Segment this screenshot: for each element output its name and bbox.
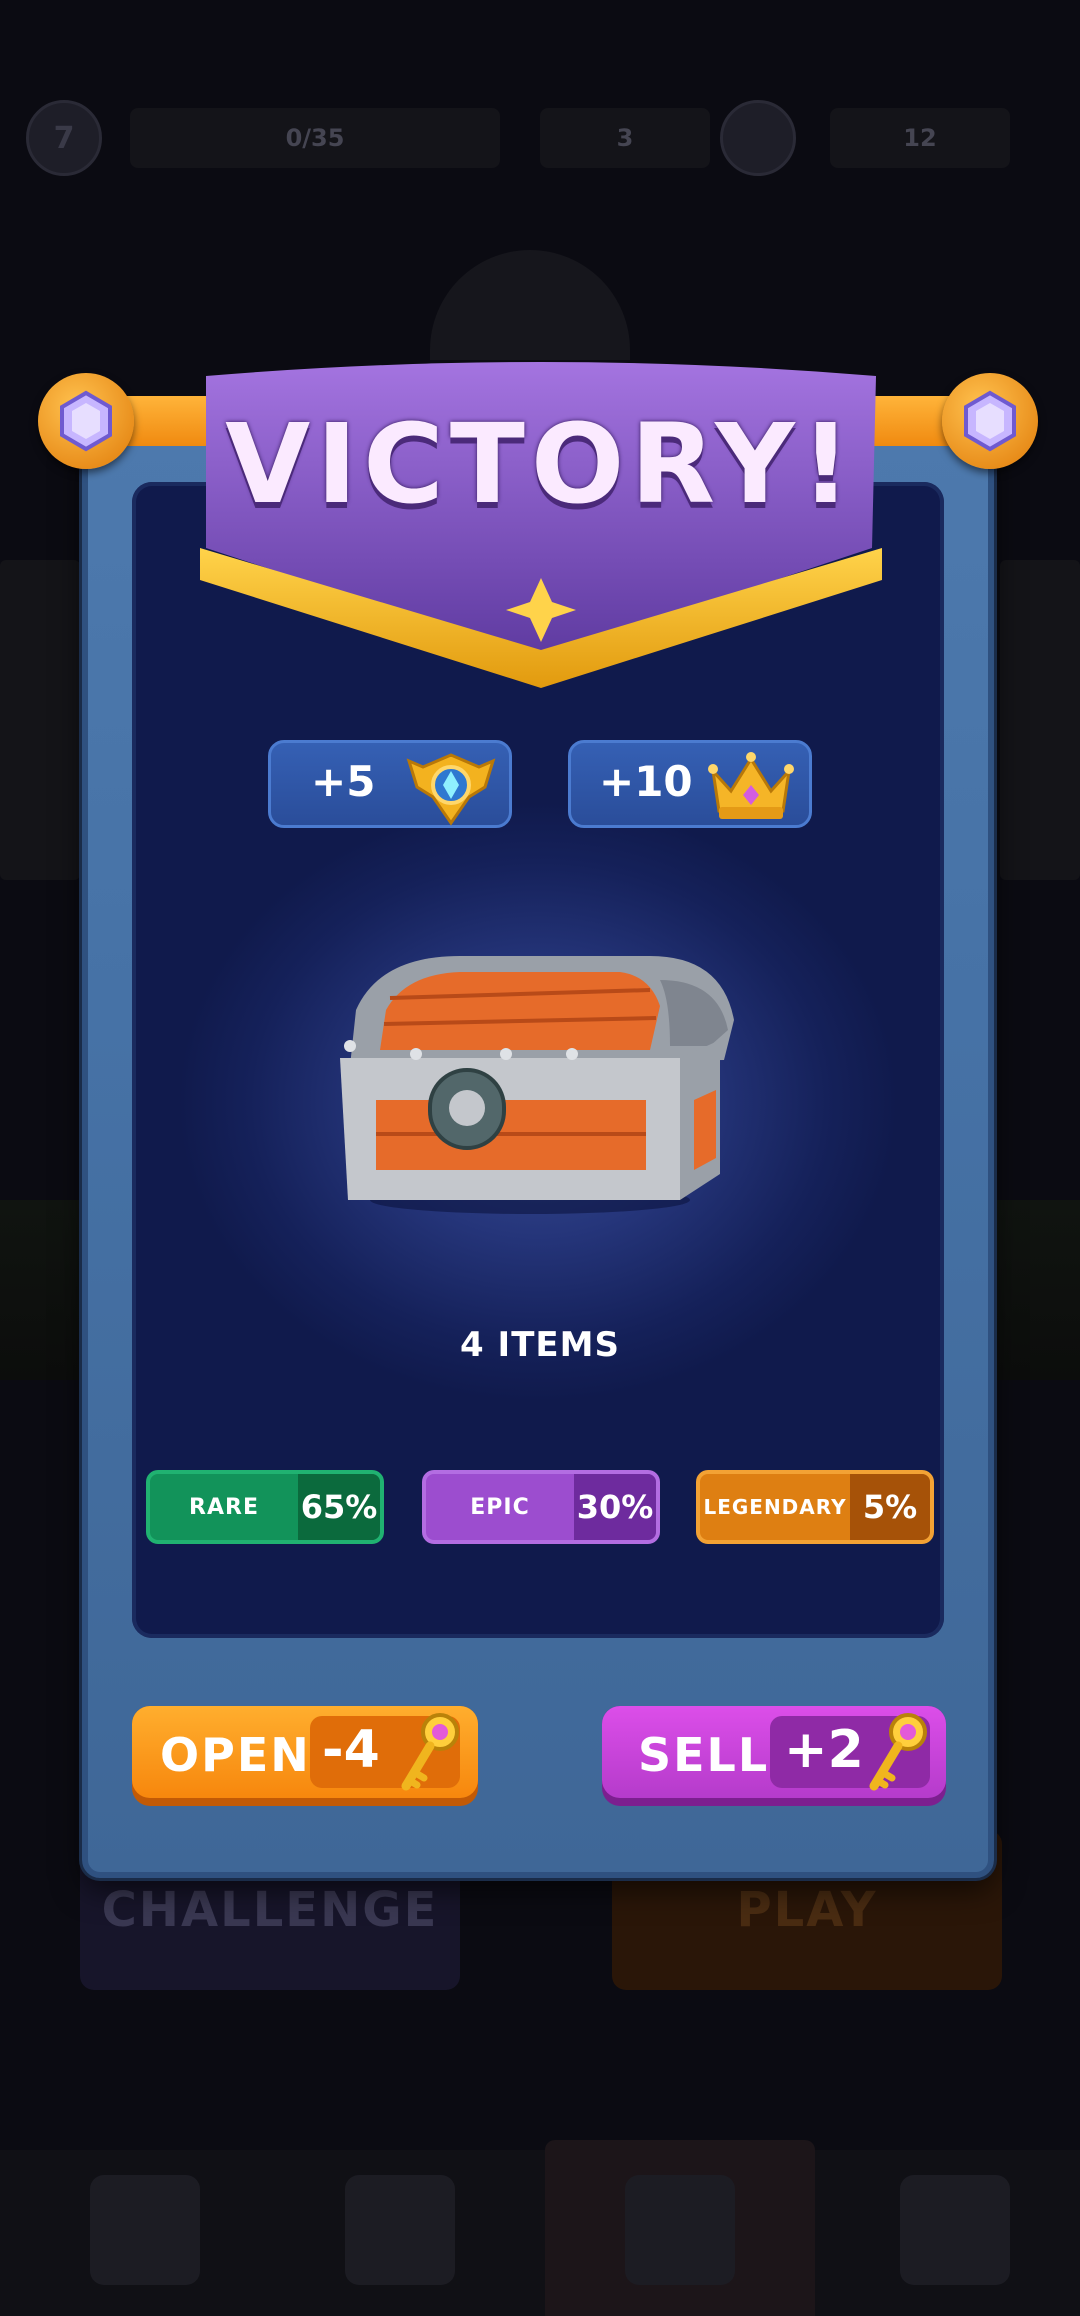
nav-cards-icon xyxy=(345,2175,455,2285)
open-chest-button[interactable]: OPEN -4 xyxy=(132,1706,478,1806)
coin-icon xyxy=(720,100,796,176)
rarity-percent: 5% xyxy=(850,1474,930,1540)
open-button-label: OPEN xyxy=(160,1728,311,1782)
sell-reward: +2 xyxy=(784,1720,864,1780)
key-counter: 12 xyxy=(830,108,1010,168)
nav-shop-icon xyxy=(90,2175,200,2285)
rarity-label: LEGENDARY xyxy=(703,1495,847,1519)
rarity-percent: 65% xyxy=(298,1474,380,1540)
rarity-percent: 30% xyxy=(574,1474,656,1540)
sell-chest-button[interactable]: SELL +2 xyxy=(602,1706,946,1806)
open-cost: -4 xyxy=(322,1720,380,1780)
progress-bar: 0/35 xyxy=(130,108,500,168)
rarity-legendary: LEGENDARY 5% xyxy=(696,1470,934,1544)
nav-battle-icon xyxy=(625,2175,735,2285)
level-badge: 7 xyxy=(26,100,102,176)
rarity-rare: RARE 65% xyxy=(146,1470,384,1544)
gem-icon xyxy=(942,373,1038,469)
chest-items-count: 4 ITEMS xyxy=(460,1325,620,1365)
key-icon xyxy=(401,1713,459,1791)
gem-icon xyxy=(38,373,134,469)
background-panel-right xyxy=(1000,560,1080,880)
rarity-label: EPIC xyxy=(470,1494,530,1520)
key-icon xyxy=(869,1713,927,1791)
victory-title: VICTORY! xyxy=(225,400,857,528)
rarity-label: RARE xyxy=(189,1494,259,1520)
reward-amount: +5 xyxy=(311,757,376,806)
treasure-chest-icon xyxy=(340,956,734,1214)
reward-trophy-points: +5 xyxy=(268,740,512,828)
wing-emblem-icon xyxy=(406,753,496,826)
reward-amount: +10 xyxy=(599,757,693,806)
top-status-bar: 7 0/35 3 12 xyxy=(20,100,1060,180)
background-arena-banner xyxy=(430,250,630,360)
reward-crowns: +10 xyxy=(568,740,812,828)
coin-counter: 3 xyxy=(540,108,710,168)
crown-icon xyxy=(708,752,794,819)
background-panel-left xyxy=(0,560,80,880)
sell-button-label: SELL xyxy=(638,1728,770,1782)
rarity-epic: EPIC 30% xyxy=(422,1470,660,1544)
nav-social-icon xyxy=(900,2175,1010,2285)
